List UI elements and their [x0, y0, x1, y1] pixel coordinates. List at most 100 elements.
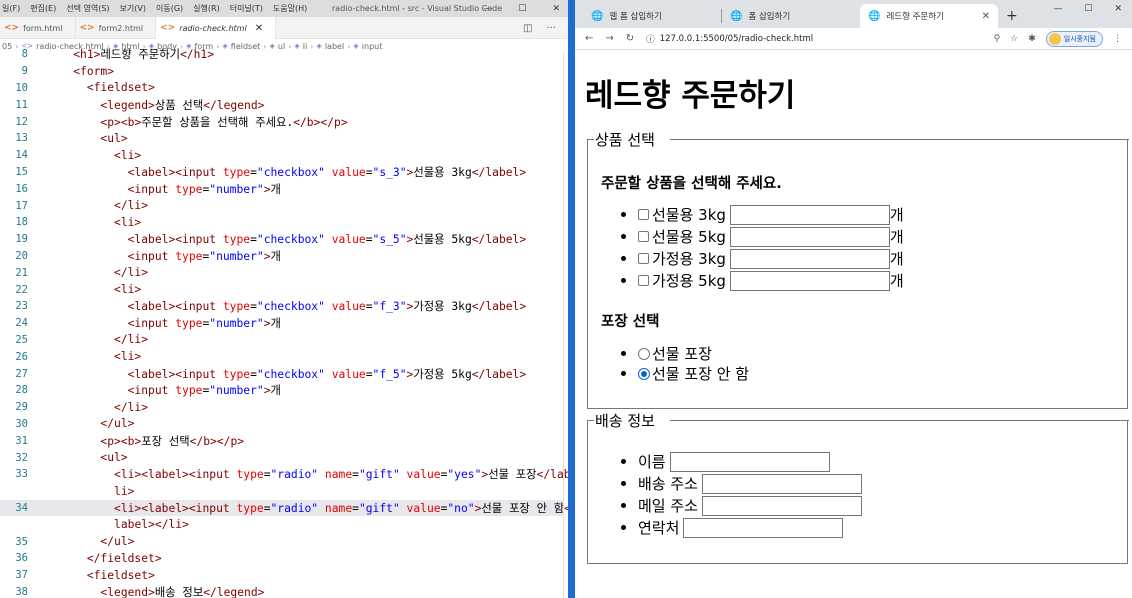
list-item: 선물 포장 안 함 — [621, 363, 749, 384]
code-line[interactable]: 17 </li> — [0, 197, 563, 214]
code-line[interactable]: 11 <legend>상품 선택</legend> — [0, 96, 563, 113]
maximize-icon[interactable]: ☐ — [1084, 4, 1092, 14]
minimize-icon[interactable]: — — [483, 4, 492, 14]
line-number: 9 — [21, 65, 28, 78]
product-label[interactable]: 가정용 5kg — [652, 270, 726, 291]
product-label[interactable]: 선물용 3kg — [652, 204, 726, 225]
code-line[interactable]: 9 <form> — [0, 63, 563, 80]
line-number: 10 — [15, 81, 28, 94]
close-icon[interactable]: ✕ — [1114, 4, 1122, 14]
wrap-option-label[interactable]: 선물 포장 — [652, 343, 712, 364]
browser-tab-redhyang[interactable]: 🌐 레드향 주문하기 ✕ — [860, 4, 998, 28]
line-number: 17 — [15, 199, 28, 212]
code-line[interactable]: 16 <input type="number">개 — [0, 180, 563, 197]
code-line[interactable]: li> — [0, 483, 563, 500]
code-line[interactable]: 38 <legend>배송 정보</legend> — [0, 584, 563, 598]
more-menu-icon[interactable]: ⋮ — [1113, 34, 1122, 44]
code-line[interactable]: 33 <li><label><input type="radio" name="… — [0, 466, 568, 483]
email-field[interactable] — [701, 495, 862, 516]
info-icon[interactable]: ⓘ — [646, 33, 655, 45]
minimize-icon[interactable]: — — [1053, 4, 1062, 14]
quantity-input[interactable] — [729, 248, 890, 269]
code-line[interactable]: 15 <label><input type="checkbox" value="… — [0, 164, 563, 181]
code-line[interactable]: 23 <label><input type="checkbox" value="… — [0, 298, 563, 315]
url-text[interactable]: 127.0.0.1:5500/05/radio-check.html — [660, 34, 813, 44]
wrap-radio-yes[interactable] — [638, 347, 650, 360]
code-line[interactable]: 19 <label><input type="checkbox" value="… — [0, 231, 563, 248]
code-line[interactable]: 35 </ul> — [0, 533, 563, 550]
star-icon[interactable]: ☆ — [1010, 34, 1018, 44]
product-checkbox[interactable] — [638, 275, 649, 286]
extension-icon[interactable]: ✱ — [1028, 34, 1036, 44]
code-line[interactable]: 27 <label><input type="checkbox" value="… — [0, 365, 563, 382]
code-line[interactable]: 24 <input type="number">개 — [0, 315, 563, 332]
product-checkbox[interactable] — [638, 231, 649, 242]
close-tab-icon[interactable]: ✕ — [255, 23, 263, 34]
product-label[interactable]: 선물용 5kg — [652, 226, 726, 247]
browser-tab-form[interactable]: 🌐 폼 삽입하기 — [722, 4, 860, 28]
back-icon[interactable]: ← — [585, 33, 593, 44]
code-line[interactable]: 21 </li> — [0, 264, 563, 281]
zoom-icon[interactable]: ⚲ — [994, 34, 1001, 44]
code-text: </li> — [114, 266, 149, 280]
code-line[interactable]: 10 <fieldset> — [0, 80, 563, 97]
bullet — [621, 371, 626, 376]
name-field[interactable] — [669, 451, 830, 472]
code-line[interactable]: 31 <p><b>포장 선택</b></p> — [0, 432, 563, 449]
more-actions-icon[interactable]: ··· — [546, 23, 556, 34]
profile-paused-button[interactable]: 일시중지됨 — [1045, 31, 1103, 47]
browser-tab-web-form[interactable]: 🌐 웹 폼 삽입하기 — [583, 4, 721, 28]
tab-form-html[interactable]: <> form.html — [0, 17, 76, 39]
code-line[interactable]: 29 </li> — [0, 399, 563, 416]
code-line[interactable]: 37 <fieldset> — [0, 567, 563, 584]
product-checkbox[interactable] — [638, 209, 649, 220]
code-line[interactable]: label></li> — [0, 516, 563, 533]
menu-go[interactable]: 이동(G) — [156, 3, 183, 14]
menu-file[interactable]: 일(F) — [2, 3, 20, 14]
quantity-input[interactable] — [729, 204, 890, 225]
menu-selection[interactable]: 선택 영역(S) — [66, 3, 109, 14]
menu-edit[interactable]: 편집(E) — [30, 3, 56, 14]
globe-icon: 🌐 — [730, 10, 743, 22]
code-line[interactable]: 14 <li> — [0, 147, 563, 164]
code-line[interactable]: 30 </ul> — [0, 416, 563, 433]
code-text: </li> — [114, 199, 149, 213]
code-text: <label><input type="checkbox" value="s_3… — [127, 165, 527, 179]
wrap-radio-no[interactable] — [638, 367, 650, 380]
tab-radio-check-html[interactable]: <> radio-check.html ✕ — [156, 17, 277, 39]
tab-form2-html[interactable]: <> form2.html — [76, 17, 157, 39]
code-line[interactable]: 20 <input type="number">개 — [0, 248, 563, 265]
code-line[interactable]: 22 <li> — [0, 281, 563, 298]
close-tab-icon[interactable]: ✕ — [982, 11, 990, 22]
menu-terminal[interactable]: 터미널(T) — [230, 3, 263, 14]
code-line[interactable]: 26 <li> — [0, 348, 563, 365]
forward-icon[interactable]: → — [605, 33, 613, 44]
phone-field[interactable] — [683, 517, 844, 538]
code-line[interactable]: 32 <ul> — [0, 449, 563, 466]
code-line[interactable]: 13 <ul> — [0, 130, 563, 147]
address-field[interactable] — [701, 473, 862, 494]
menu-help[interactable]: 도움말(H) — [273, 3, 307, 14]
code-line[interactable]: 12 <p><b>주문할 상품을 선택해 주세요.</b></p> — [0, 113, 563, 130]
code-line[interactable]: 18 <li> — [0, 214, 563, 231]
code-line[interactable]: 36 </fieldset> — [0, 550, 563, 567]
wrap-option-label[interactable]: 선물 포장 안 함 — [652, 363, 749, 384]
code-editor[interactable]: 8 <h1>레드향 주문하기</h1> 9 <form> 10 <fieldset>… — [0, 48, 568, 598]
menu-run[interactable]: 실행(R) — [193, 3, 220, 14]
new-tab-icon[interactable]: + — [1006, 8, 1018, 24]
code-line[interactable]: 8 <h1>레드향 주문하기</h1> — [0, 46, 563, 63]
product-label[interactable]: 가정용 3kg — [652, 248, 726, 269]
maximize-icon[interactable]: ☐ — [518, 4, 526, 14]
window-title: radio-check.html - src - Visual Studio C… — [332, 4, 503, 13]
close-icon[interactable]: ✕ — [552, 4, 560, 14]
product-checkbox[interactable] — [638, 253, 649, 264]
code-line[interactable]: 25 </li> — [0, 332, 563, 349]
quantity-input[interactable] — [729, 270, 890, 291]
code-line[interactable]: 28 <input type="number">개 — [0, 382, 563, 399]
reload-icon[interactable]: ↻ — [626, 33, 634, 44]
menu-view[interactable]: 보기(V) — [120, 3, 146, 14]
code-line[interactable]: 34 <li><label><input type="radio" name="… — [0, 499, 568, 517]
quantity-input[interactable] — [729, 226, 890, 247]
split-editor-icon[interactable]: ◫ — [523, 23, 532, 34]
address-bar[interactable]: ⓘ 127.0.0.1:5500/05/radio-check.html — [646, 33, 813, 45]
